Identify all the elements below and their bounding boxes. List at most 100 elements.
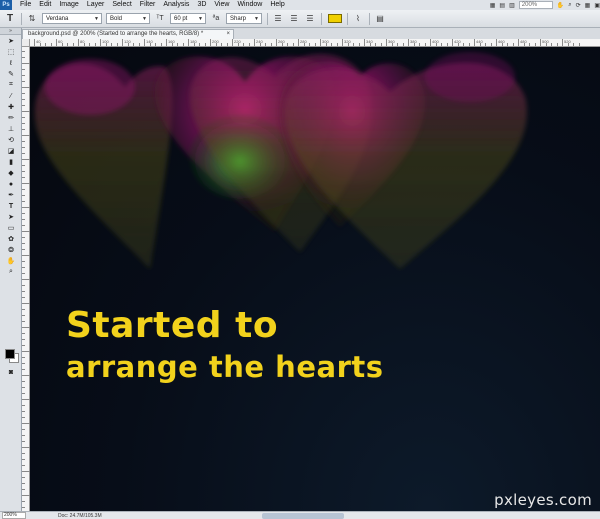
blur-tool-icon[interactable]: ◆ — [4, 168, 18, 178]
toolbox-grip[interactable]: » — [0, 28, 21, 35]
ruler-minor-tick — [391, 43, 393, 46]
ruler-tick — [78, 39, 79, 46]
move-tool-icon[interactable]: ➤ — [4, 36, 18, 46]
status-bar: 200% Doc: 24.7M/105.3M — [0, 511, 600, 519]
menu-select[interactable]: Select — [112, 0, 131, 10]
text-tool-preset-icon[interactable]: T — [4, 13, 16, 25]
eraser-tool-icon[interactable]: ◪ — [4, 146, 18, 156]
ruler-minor-tick — [22, 297, 25, 298]
ruler-minor-tick — [22, 309, 25, 310]
horizontal-ruler[interactable]: 40 60 80 100 120 140 160 180 200 220 240 260 280 300 3… — [30, 39, 600, 47]
lasso-tool-icon[interactable]: ℓ — [4, 58, 18, 68]
ruler-minor-tick — [22, 429, 25, 430]
antialias-icon: ªa — [212, 15, 220, 22]
document-tab[interactable]: background.psd @ 200% (Started to arrang… — [22, 29, 234, 39]
font-size-value: 60 pt — [174, 15, 188, 22]
ruler-minor-tick — [22, 183, 30, 184]
menu-edit[interactable]: Edit — [39, 0, 51, 10]
eyedropper-tool-icon[interactable]: ⁄ — [4, 91, 18, 101]
ruler-minor-tick — [22, 243, 25, 244]
warp-text-icon[interactable]: ⌇ — [352, 13, 364, 25]
zoom-level-select[interactable]: 200% — [518, 1, 553, 9]
ruler-tick — [144, 39, 145, 46]
horizontal-scrollbar-thumb[interactable] — [262, 513, 344, 519]
ruler-tick — [122, 39, 123, 46]
hand-tool-icon[interactable]: ✋ — [4, 256, 18, 266]
foreground-color-swatch[interactable] — [5, 349, 15, 359]
font-size-select[interactable]: 60 pt ▼ — [170, 13, 206, 24]
ruler-minor-tick — [22, 471, 30, 472]
close-icon[interactable]: × — [226, 30, 230, 39]
zoom-icon[interactable]: ⌕ — [568, 1, 571, 9]
menu-analysis[interactable]: Analysis — [163, 0, 189, 10]
crop-tool-icon[interactable]: ⌗ — [4, 80, 18, 90]
menu-layer[interactable]: Layer — [87, 0, 105, 10]
rotate-view-icon[interactable]: ⟳ — [576, 1, 581, 9]
character-panel-icon[interactable]: ▤ — [374, 13, 386, 25]
menu-image[interactable]: Image — [59, 0, 78, 10]
ruler-minor-tick — [221, 43, 222, 46]
font-family-value: Verdana — [46, 15, 69, 22]
ruler-minor-tick — [270, 43, 272, 46]
ruler-minor-tick — [22, 255, 30, 256]
ruler-tick — [430, 39, 431, 46]
menu-3d[interactable]: 3D — [197, 0, 206, 10]
ruler-tick — [562, 39, 563, 46]
vertical-ruler[interactable] — [22, 39, 30, 511]
align-center-icon[interactable]: ☰ — [288, 13, 300, 25]
text-color-swatch[interactable] — [328, 14, 342, 23]
ruler-minor-tick — [22, 75, 25, 76]
antialias-select[interactable]: Sharp ▼ — [226, 13, 262, 24]
menu-filter[interactable]: Filter — [140, 0, 156, 10]
hand-icon[interactable]: ✋ — [557, 1, 564, 9]
ruler-minor-tick — [292, 43, 294, 46]
bridge-icon[interactable]: ▦ — [490, 1, 496, 9]
brush-tool-icon[interactable]: ✏ — [4, 113, 18, 123]
menu-help[interactable]: Help — [270, 0, 284, 10]
font-family-select[interactable]: Verdana ▼ — [42, 13, 102, 24]
ruler-minor-tick — [529, 43, 530, 46]
quick-mask-icon[interactable]: ◙ — [4, 367, 18, 377]
dodge-tool-icon[interactable]: ● — [4, 179, 18, 189]
ruler-minor-tick — [22, 69, 25, 70]
menu-file[interactable]: File — [20, 0, 31, 10]
ruler-minor-tick — [22, 99, 25, 100]
minibridge-icon[interactable]: ▤ — [499, 1, 505, 9]
ruler-tick — [320, 39, 321, 46]
document-canvas[interactable]: Started to arrange the hearts pxleyes.co… — [30, 47, 600, 511]
healing-brush-tool-icon[interactable]: ✚ — [4, 102, 18, 112]
ruler-origin[interactable] — [22, 39, 30, 47]
gradient-tool-icon[interactable]: ▮ — [4, 157, 18, 167]
ruler-minor-tick — [22, 57, 25, 58]
menu-window[interactable]: Window — [237, 0, 262, 10]
arrange-documents-icon[interactable]: ▦ — [585, 1, 591, 9]
font-style-select[interactable]: Bold ▼ — [106, 13, 150, 24]
align-right-icon[interactable]: ☰ — [304, 13, 316, 25]
3d-orbit-tool-icon[interactable]: ❂ — [4, 245, 18, 255]
quick-select-tool-icon[interactable]: ✎ — [4, 69, 18, 79]
type-tool-icon[interactable]: T — [4, 201, 18, 211]
ruler-minor-tick — [22, 375, 30, 376]
marquee-tool-icon[interactable]: ⬚ — [4, 47, 18, 57]
ruler-minor-tick — [353, 43, 354, 46]
ruler-minor-tick — [22, 135, 30, 136]
align-left-icon[interactable]: ☰ — [272, 13, 284, 25]
clone-stamp-tool-icon[interactable]: ⊥ — [4, 124, 18, 134]
ruler-minor-tick — [22, 105, 25, 106]
history-brush-tool-icon[interactable]: ⟲ — [4, 135, 18, 145]
ruler-minor-tick — [133, 43, 134, 46]
text-orientation-icon[interactable]: ⇅ — [26, 13, 38, 25]
path-selection-tool-icon[interactable]: ➤ — [4, 212, 18, 222]
extras-icon[interactable]: ▥ — [509, 1, 515, 9]
ruler-minor-tick — [22, 339, 25, 340]
shape-tool-icon[interactable]: ▭ — [4, 223, 18, 233]
zoom-tool-icon[interactable]: ⌕ — [4, 267, 18, 277]
pen-tool-icon[interactable]: ✒ — [4, 190, 18, 200]
3d-rotate-tool-icon[interactable]: ✿ — [4, 234, 18, 244]
ruler-minor-tick — [545, 43, 547, 46]
menu-view[interactable]: View — [214, 0, 229, 10]
status-zoom-field[interactable]: 200% — [2, 512, 26, 519]
ruler-minor-tick — [457, 43, 459, 46]
screen-mode-icon[interactable]: ▣ — [594, 1, 600, 9]
ruler-minor-tick — [22, 87, 30, 88]
